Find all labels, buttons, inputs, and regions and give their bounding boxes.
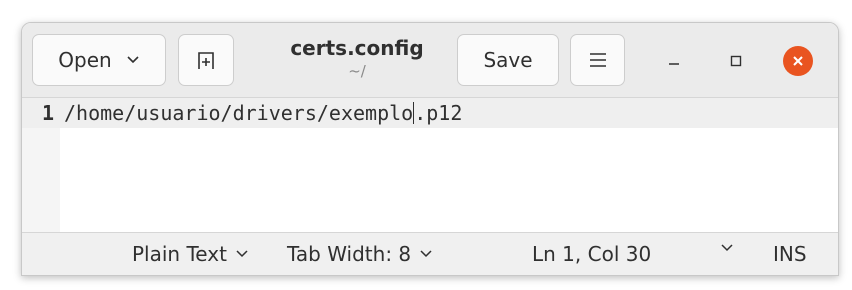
open-button[interactable]: Open [32,34,166,86]
tab-width-selector[interactable]: Tab Width: 8 [287,241,433,267]
line-text[interactable]: /home/usuario/drivers/exemplo.p12 [64,100,462,126]
cursor-position-label: Ln 1, Col 30 [532,242,652,266]
language-selector[interactable]: Plain Text [132,241,249,267]
new-tab-button[interactable] [178,34,234,86]
new-tab-icon [198,52,214,69]
chevron-down-icon [721,244,733,252]
text-before-cursor: /home/usuario/drivers/exemplo [64,101,414,125]
language-label: Plain Text [132,242,227,266]
minimize-icon [669,63,679,65]
close-button[interactable] [783,46,813,76]
cursor-position[interactable]: Ln 1, Col 30 [532,241,651,267]
text-after-cursor: .p12 [414,101,463,125]
insert-mode-label: INS [773,242,807,266]
minimize-button[interactable] [659,46,689,76]
open-button-label: Open [58,48,112,72]
position-dropdown[interactable] [712,241,734,255]
text-editor-area[interactable]: 1 /home/usuario/drivers/exemplo.p12 [22,98,838,232]
maximize-icon [730,55,742,67]
close-icon [793,56,803,66]
window-title: certs.config [290,36,424,60]
insert-mode-indicator[interactable]: INS [773,241,807,267]
status-bar: Plain Text Tab Width: 8 Ln 1, Col 30 INS [22,232,838,275]
maximize-button[interactable] [721,46,751,76]
window-subtitle: ~/ [348,62,366,80]
header-bar: Open certs.config ~/ Save [22,23,838,98]
main-menu-button[interactable] [570,34,625,86]
save-button-label: Save [483,48,533,72]
tab-width-label: Tab Width: 8 [287,242,412,266]
line-number: 1 [41,101,54,125]
chevron-down-icon [127,56,139,64]
chevron-down-icon [420,250,432,258]
current-line[interactable]: 1 /home/usuario/drivers/exemplo.p12 [22,98,838,128]
hamburger-menu-icon [589,53,606,67]
editor-window: Open certs.config ~/ Save 1 /home/usuari… [21,22,839,276]
save-button[interactable]: Save [457,34,559,86]
title-block: certs.config ~/ [272,35,442,81]
chevron-down-icon [236,250,248,258]
